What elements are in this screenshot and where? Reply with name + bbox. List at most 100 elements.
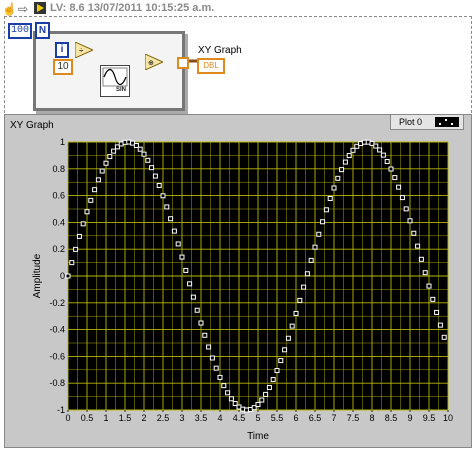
data-point [145, 157, 151, 163]
data-point [76, 233, 82, 239]
data-point [384, 158, 390, 164]
data-point [304, 271, 310, 277]
y-axis-label: Amplitude [32, 253, 43, 298]
xy-graph-chart: 0 0.5 1 1.5 2 2.5 3 3.5 4 4.5 5 5.5 6 6.5 7 7.5 8 8.5 9 9.5… [32, 137, 453, 442]
x-tick-label: 0 [65, 413, 70, 423]
data-point [190, 294, 196, 300]
data-point [103, 160, 109, 166]
data-point [206, 344, 212, 350]
x-tick-label: 3 [179, 413, 184, 423]
data-point [149, 165, 155, 171]
x-tick-label: 6 [293, 413, 298, 423]
y-tick-label: 0.4 [52, 217, 65, 227]
data-point [422, 270, 428, 276]
data-point [373, 143, 379, 149]
data-point [335, 175, 341, 181]
data-point [437, 322, 443, 328]
x-tick-label: 5 [255, 413, 260, 423]
data-point [84, 209, 90, 215]
data-point [111, 148, 117, 154]
y-tick-label: -0.4 [49, 325, 65, 335]
x-tick-label: 9.5 [423, 413, 436, 423]
data-point [285, 335, 291, 341]
data-point [418, 256, 424, 262]
x-tick-label: 2.5 [157, 413, 170, 423]
data-point [278, 358, 284, 364]
data-point [301, 284, 307, 290]
x-tick-label: 8 [369, 413, 374, 423]
y-tick-label: 0.6 [52, 191, 65, 201]
x-axis-label: Time [247, 431, 269, 442]
data-point [388, 166, 394, 172]
data-point [331, 185, 337, 191]
data-point [213, 365, 219, 371]
data-point [316, 231, 322, 237]
data-point [415, 243, 421, 249]
data-point [323, 207, 329, 213]
data-point [377, 147, 383, 153]
data-point [426, 283, 432, 289]
data-point [441, 334, 447, 340]
data-point [263, 391, 269, 397]
data-point [80, 221, 86, 227]
y-tick-label: -0.2 [49, 298, 65, 308]
y-tick-label: 0.2 [52, 244, 65, 254]
data-point [65, 273, 71, 279]
data-point [160, 193, 166, 199]
x-tick-label: 4 [217, 413, 222, 423]
data-point [217, 374, 223, 380]
data-point [297, 297, 303, 303]
data-point [95, 177, 101, 183]
data-point [179, 254, 185, 260]
data-point [289, 323, 295, 329]
data-point [175, 241, 181, 247]
data-point [194, 307, 200, 313]
y-tick-labels: -1 -0.8 -0.6 -0.4 -0.2 0 0.2 0.4 0.6 0.8 1 [49, 137, 65, 415]
y-tick-label: 0 [60, 271, 65, 281]
data-point [411, 230, 417, 236]
data-point [407, 218, 413, 224]
data-point [399, 195, 405, 201]
data-point [380, 152, 386, 158]
data-point [171, 228, 177, 234]
x-tick-label: 7.5 [347, 413, 360, 423]
y-tick-label: 1 [60, 137, 65, 147]
data-point [164, 204, 170, 210]
data-point [342, 159, 348, 165]
data-point [392, 175, 398, 181]
data-point [308, 257, 314, 263]
x-tick-label: 9 [407, 413, 412, 423]
data-point [434, 309, 440, 315]
x-tick-label: 1.5 [119, 413, 132, 423]
data-point [141, 151, 147, 157]
data-point [73, 246, 79, 252]
data-point [282, 347, 288, 353]
data-point [320, 219, 326, 225]
data-point [339, 167, 345, 173]
x-tick-label: 10 [443, 413, 453, 423]
data-point [225, 390, 231, 396]
x-tick-label: 6.5 [309, 413, 322, 423]
data-point [92, 187, 98, 193]
data-point [107, 154, 113, 160]
data-point [259, 397, 265, 403]
data-point [156, 182, 162, 188]
x-tick-label: 1 [103, 413, 108, 423]
y-tick-label: -1 [57, 405, 65, 415]
y-tick-label: -0.6 [49, 351, 65, 361]
data-point [396, 184, 402, 190]
y-tick-label: 0.8 [52, 164, 65, 174]
data-point [137, 146, 143, 152]
data-point [255, 401, 261, 407]
data-point [274, 368, 280, 374]
data-point [346, 153, 352, 159]
grid-layer [67, 141, 449, 411]
data-point [293, 310, 299, 316]
data-point [152, 173, 158, 179]
data-point [99, 168, 105, 174]
data-point [168, 216, 174, 222]
data-point [327, 195, 333, 201]
x-tick-label: 3.5 [195, 413, 208, 423]
data-point [350, 147, 356, 153]
data-point [430, 296, 436, 302]
